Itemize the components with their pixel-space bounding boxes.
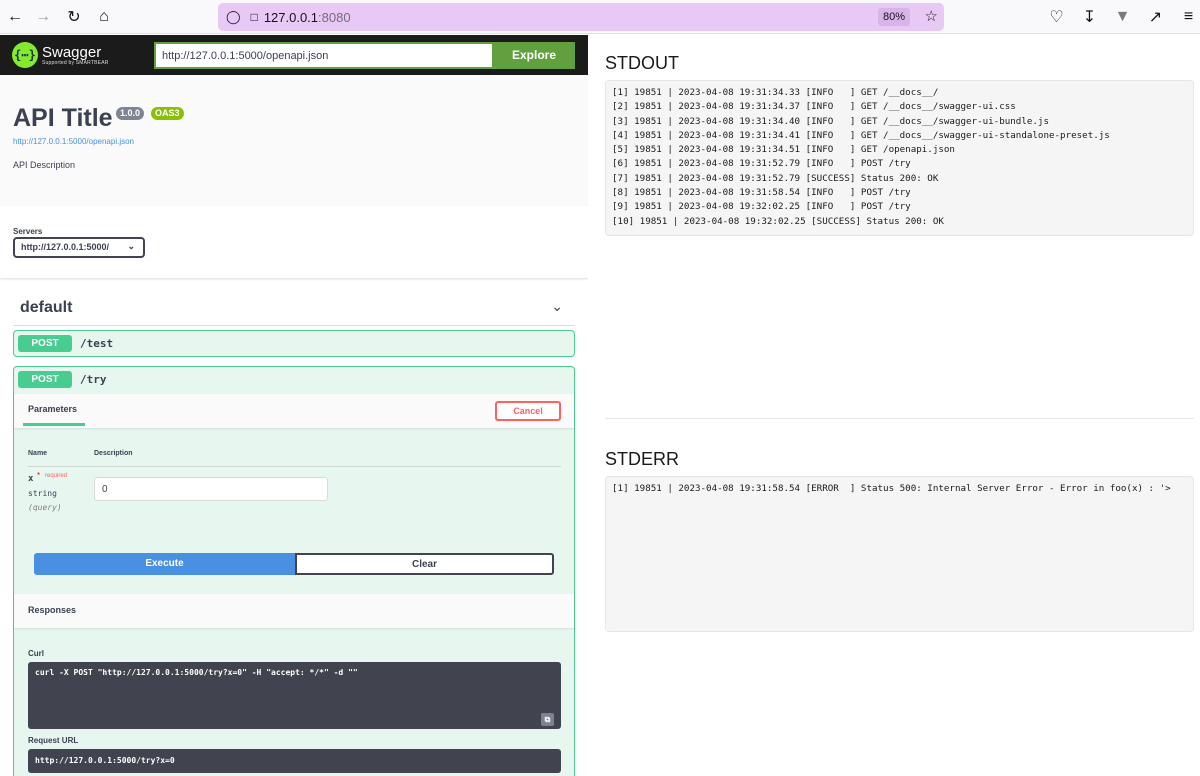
stderr-title: STDERR (605, 449, 680, 469)
curl-command[interactable]: curl -X POST "http://127.0.0.1:5000/try?… (28, 662, 561, 729)
op-summary[interactable]: POST /test (14, 331, 574, 357)
chevron-down-icon[interactable]: ⌄ (551, 298, 563, 315)
extension-icon[interactable]: ▼ (1106, 2, 1139, 32)
execute-button-group: Execute Clear (34, 553, 554, 575)
servers-select[interactable]: http://127.0.0.1:5000/ ⌄ (13, 237, 145, 258)
shield-icon[interactable]: ◯ (226, 9, 241, 25)
op-path: /test (80, 337, 114, 350)
menu-icon[interactable]: ≡ (1172, 2, 1200, 32)
spec-url-input[interactable] (154, 42, 494, 69)
log-line: [5] 19851 | 2023-04-08 19:31:34.51 [INFO… (612, 144, 955, 156)
browser-toolbar: ← → ↻ ⌂ ◯ □ 127.0.0.1:8080 80% ☆ ♡ ↧ ▼ ↗… (0, 0, 1200, 34)
opblock-post-try: POST /try Parameters Cancel Name Descrip… (13, 366, 575, 776)
pocket-icon[interactable]: ♡ (1040, 2, 1073, 32)
tab-underline (23, 423, 85, 426)
swagger-panel: {⋯} Swagger Supported by SMARTBEAR Explo… (0, 35, 588, 776)
oas-badge: OAS3 (151, 107, 184, 120)
reload-icon[interactable]: ↻ (59, 2, 89, 32)
share-icon[interactable]: ↗ (1139, 2, 1172, 32)
explore-button[interactable]: Explore (493, 42, 575, 69)
divider (605, 418, 1194, 419)
log-line: [9] 19851 | 2023-04-08 19:32:02.25 [INFO… (612, 201, 911, 213)
forward-icon[interactable]: → (28, 2, 58, 32)
brand-sub: Supported by SMARTBEAR (42, 59, 109, 66)
param-location: (query) (28, 503, 62, 512)
swagger-logo-icon[interactable]: {⋯} (12, 42, 38, 68)
info-section: API Title 1.0.0 OAS3 http://127.0.0.1:50… (0, 75, 588, 206)
log-line: [6] 19851 | 2023-04-08 19:31:52.79 [INFO… (612, 158, 911, 170)
request-url-label: Request URL (28, 736, 79, 745)
spec-link[interactable]: http://127.0.0.1:5000/openapi.json (13, 137, 134, 146)
copy-icon[interactable]: ⧉ (541, 713, 554, 726)
request-url[interactable]: http://127.0.0.1:5000/try?x=0 (28, 749, 561, 773)
cancel-button[interactable]: Cancel (495, 401, 561, 421)
tag-title: default (20, 299, 73, 316)
bookmark-star-icon[interactable]: ☆ (925, 7, 938, 25)
zoom-badge[interactable]: 80% (877, 8, 910, 26)
api-title: API Title (13, 104, 113, 132)
method-badge: POST (18, 371, 72, 388)
download-icon[interactable]: ↧ (1073, 2, 1106, 32)
divider (28, 466, 561, 467)
log-line: [2] 19851 | 2023-04-08 19:31:34.37 [INFO… (612, 101, 1016, 113)
required-label: required (45, 473, 68, 479)
swagger-brand[interactable]: Swagger Supported by SMARTBEAR (42, 45, 109, 66)
log-line: [4] 19851 | 2023-04-08 19:31:34.41 [INFO… (612, 129, 1110, 141)
parameters-header: Parameters Cancel (14, 394, 574, 428)
chevron-down-icon: ⌄ (127, 241, 135, 251)
stdout-log[interactable]: [1] 19851 | 2023-04-08 19:31:34.33 [INFO… (605, 80, 1194, 236)
version-badge: 1.0.0 (116, 107, 145, 120)
tab-parameters[interactable]: Parameters (28, 404, 77, 414)
log-line: [10] 19851 | 2023-04-08 19:32:02.25 [SUC… (612, 215, 944, 227)
required-star: * (37, 471, 41, 480)
op-summary[interactable]: POST /try (14, 367, 574, 393)
log-line: [3] 19851 | 2023-04-08 19:31:34.40 [INFO… (612, 115, 1049, 127)
param-name: x (28, 474, 34, 484)
responses-title: Responses (28, 605, 77, 615)
output-panel: STDOUT [1] 19851 | 2023-04-08 19:31:34.3… (588, 35, 1200, 776)
address-bar[interactable]: ◯ □ 127.0.0.1:8080 80% ☆ (218, 3, 944, 31)
param-x-input[interactable] (94, 477, 328, 501)
swagger-topbar: {⋯} Swagger Supported by SMARTBEAR Explo… (0, 35, 588, 75)
column-header-description: Description (94, 450, 133, 457)
page-info-icon[interactable]: □ (251, 10, 258, 24)
param-type: string (28, 489, 57, 498)
log-line: [1] 19851 | 2023-04-08 19:31:58.54 [ERRO… (612, 483, 1171, 494)
servers-label: Servers (13, 227, 43, 236)
home-icon[interactable]: ⌂ (89, 2, 119, 32)
opblock-post-test[interactable]: POST /test (13, 330, 575, 357)
method-badge: POST (18, 335, 72, 352)
stdout-title: STDOUT (605, 53, 679, 73)
brand-name: Swagger (42, 43, 102, 61)
clear-button[interactable]: Clear (295, 553, 554, 575)
api-description: API Description (13, 160, 76, 170)
log-line: [7] 19851 | 2023-04-08 19:31:52.79 [SUCC… (612, 172, 939, 184)
log-line: [1] 19851 | 2023-04-08 19:31:34.33 [INFO… (612, 87, 939, 98)
tag-default-header[interactable]: default ⌄ (13, 288, 575, 326)
op-path: /try (80, 373, 107, 386)
stderr-log[interactable]: [1] 19851 | 2023-04-08 19:31:58.54 [ERRO… (605, 476, 1194, 632)
responses-header: Responses (14, 594, 574, 628)
column-header-name: Name (28, 450, 48, 457)
execute-button[interactable]: Execute (34, 553, 295, 575)
curl-label: Curl (28, 649, 44, 658)
back-icon[interactable]: ← (0, 2, 30, 32)
log-line: [8] 19851 | 2023-04-08 19:31:58.54 [INFO… (612, 187, 911, 199)
servers-section: Servers http://127.0.0.1:5000/ ⌄ (0, 206, 588, 278)
url-text[interactable]: 127.0.0.1:8080 (264, 10, 351, 25)
server-selected: http://127.0.0.1:5000/ (21, 242, 110, 252)
curl-text: curl -X POST "http://127.0.0.1:5000/try?… (35, 668, 358, 677)
